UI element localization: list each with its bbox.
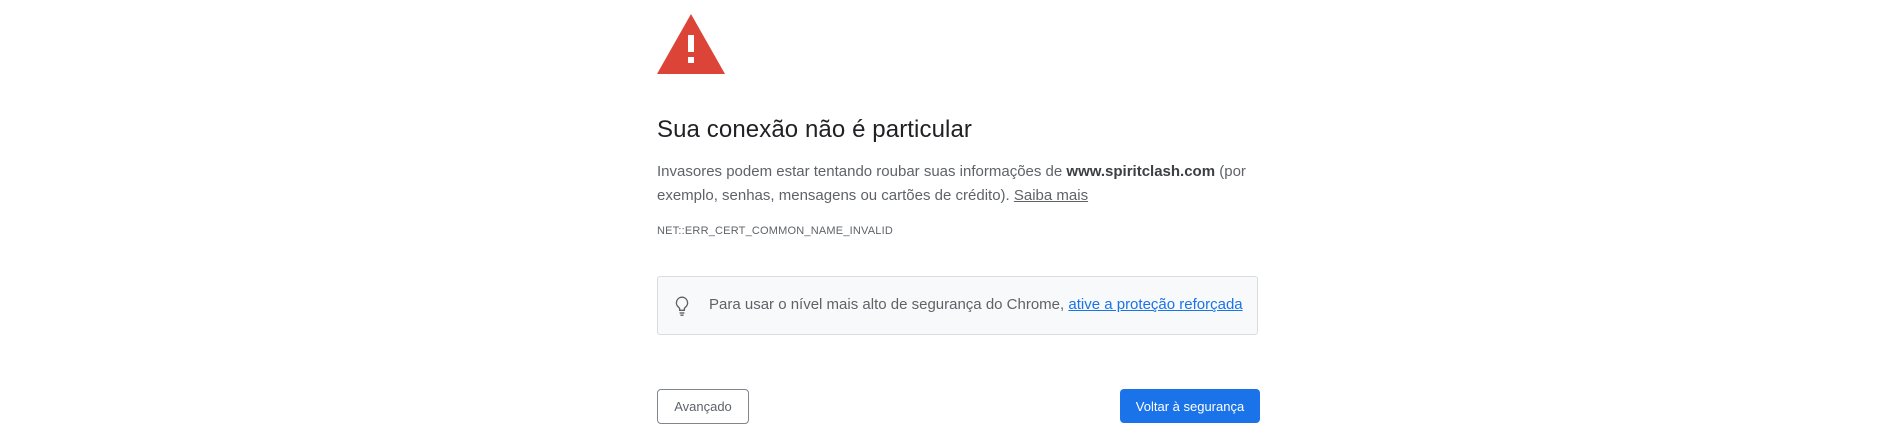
error-code: NET::ERR_CERT_COMMON_NAME_INVALID: [657, 225, 894, 237]
explanation-text: Invasores podem estar tentando roubar su…: [657, 160, 1260, 208]
back-to-safety-button[interactable]: Voltar à segurança: [1120, 389, 1260, 423]
enhanced-protection-box: Para usar o nível mais alto de segurança…: [657, 276, 1258, 335]
site-domain: www.spiritclash.com: [1066, 163, 1216, 180]
lightbulb-icon: [675, 296, 689, 316]
explanation-before-domain: Invasores podem estar tentando roubar su…: [657, 163, 1067, 180]
page-title: Sua conexão não é particular: [657, 116, 973, 143]
enable-enhanced-protection-link[interactable]: ative a proteção reforçada: [1068, 296, 1242, 313]
enhanced-protection-label: Para usar o nível mais alto de segurança…: [709, 296, 1069, 313]
advanced-button[interactable]: Avançado: [657, 389, 749, 424]
page: Sua conexão não é particular Invasores p…: [0, 0, 1904, 437]
enhanced-protection-text: Para usar o nível mais alto de segurança…: [709, 296, 1243, 313]
learn-more-link[interactable]: Saiba mais: [1014, 187, 1088, 204]
warning-triangle-icon: [657, 14, 725, 74]
